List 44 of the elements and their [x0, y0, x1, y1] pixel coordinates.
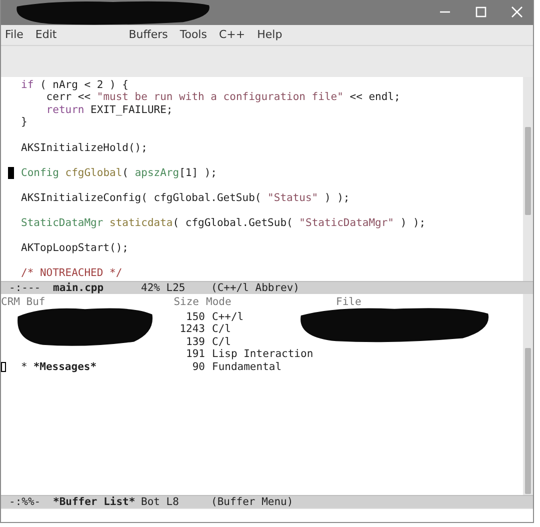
column-header: Size: [172, 296, 199, 309]
buffer-size: 150: [185, 310, 205, 324]
code-line: AKSInitializeHold();: [21, 142, 148, 154]
column-header: File: [336, 296, 362, 309]
buffer-mode: C/l: [211, 336, 232, 348]
buffer-name[interactable]: *Messages*: [33, 360, 97, 374]
menu-item[interactable]: Tools: [180, 28, 207, 42]
menu-item[interactable]: C++: [218, 28, 246, 42]
menu-item[interactable]: Edit: [35, 28, 57, 42]
buffer-mode: Fundamental: [211, 360, 283, 374]
buffer-mode: Lisp Interaction: [211, 348, 314, 361]
buffer-size: 139: [185, 336, 205, 348]
close-icon[interactable]: [511, 6, 523, 18]
buffer-size: 1243: [178, 323, 205, 336]
column-header: CRM Buf: [1, 296, 46, 309]
buffer-mode: C/l: [211, 323, 232, 336]
mode-names: (C++/l Abbrev): [211, 282, 300, 294]
code-line: cerr << "must be run with a configuration file" << endl;: [45, 91, 400, 104]
menu-item[interactable]: Buffers: [128, 28, 168, 42]
mode-names: (Buffer Menu): [211, 496, 294, 508]
buffer-position: Bot L8: [141, 496, 180, 508]
buffer-name: *Buffer List*: [53, 496, 136, 508]
code-line: Config cfgGlobal( apszArg[1] );: [21, 166, 218, 180]
mode-line-status: -:%%-: [9, 496, 42, 508]
buffer-size: 191: [185, 348, 205, 361]
code-line: if ( nArg < 2 ) {: [21, 78, 128, 92]
code-line: AKTopLoopStart();: [21, 242, 128, 255]
code-line: return EXIT_FAILURE;: [45, 104, 173, 116]
code-line: AKSInitializeConfig( cfgGlobal.GetSub( "Status" ) );: [21, 192, 350, 204]
maximize-icon[interactable]: [475, 6, 487, 18]
buffer-mode: C++/l: [211, 310, 245, 324]
mode-line-status: -:---: [9, 282, 42, 294]
code-line: }: [21, 116, 28, 129]
menu-item[interactable]: Help: [257, 28, 282, 42]
scrollbar[interactable]: [523, 294, 533, 496]
buffer-name: main.cpp: [53, 282, 105, 294]
buffer-position: 42% L25: [141, 282, 186, 294]
code-line: StaticDataMgr staticdata( cfgGlobal.GetSub( "StaticDataMgr" ) );: [21, 217, 426, 230]
buffer-size: 90: [191, 360, 205, 374]
code-line: /* NOTREACHED */: [21, 267, 122, 280]
menu-item[interactable]: File: [5, 28, 24, 42]
column-header: Mode: [205, 296, 232, 309]
modified-mark-text: *: [21, 360, 28, 374]
scrollbar[interactable]: [523, 76, 533, 282]
